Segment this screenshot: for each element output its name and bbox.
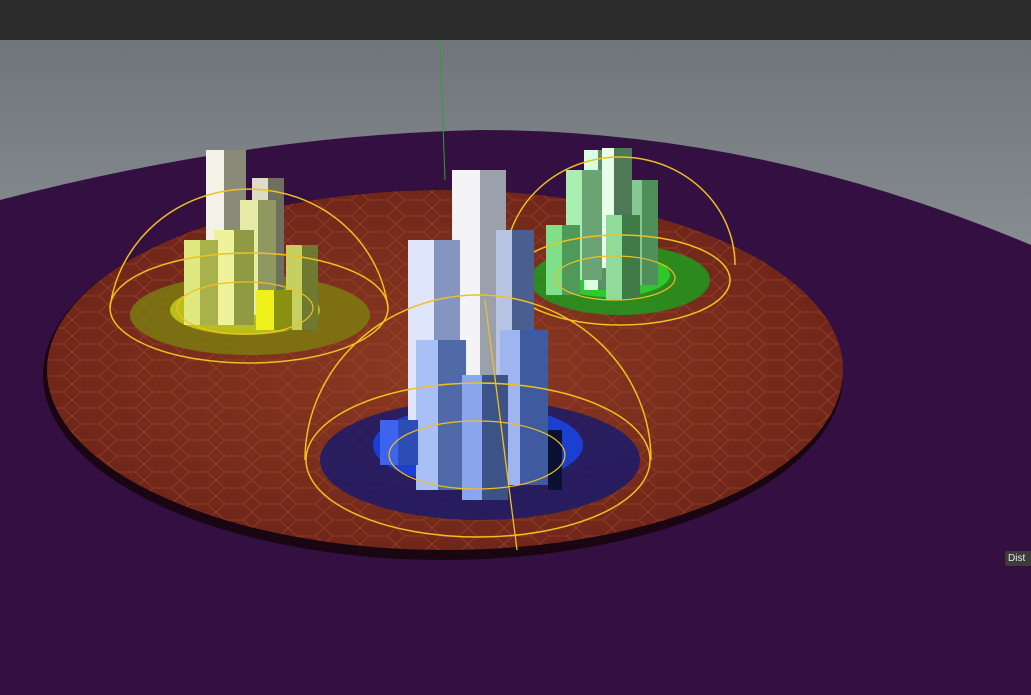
scene-svg — [0, 40, 1031, 695]
dist-label: Dist — [1005, 551, 1031, 566]
top-toolbar — [0, 0, 1031, 40]
3d-viewport[interactable] — [0, 40, 1031, 695]
